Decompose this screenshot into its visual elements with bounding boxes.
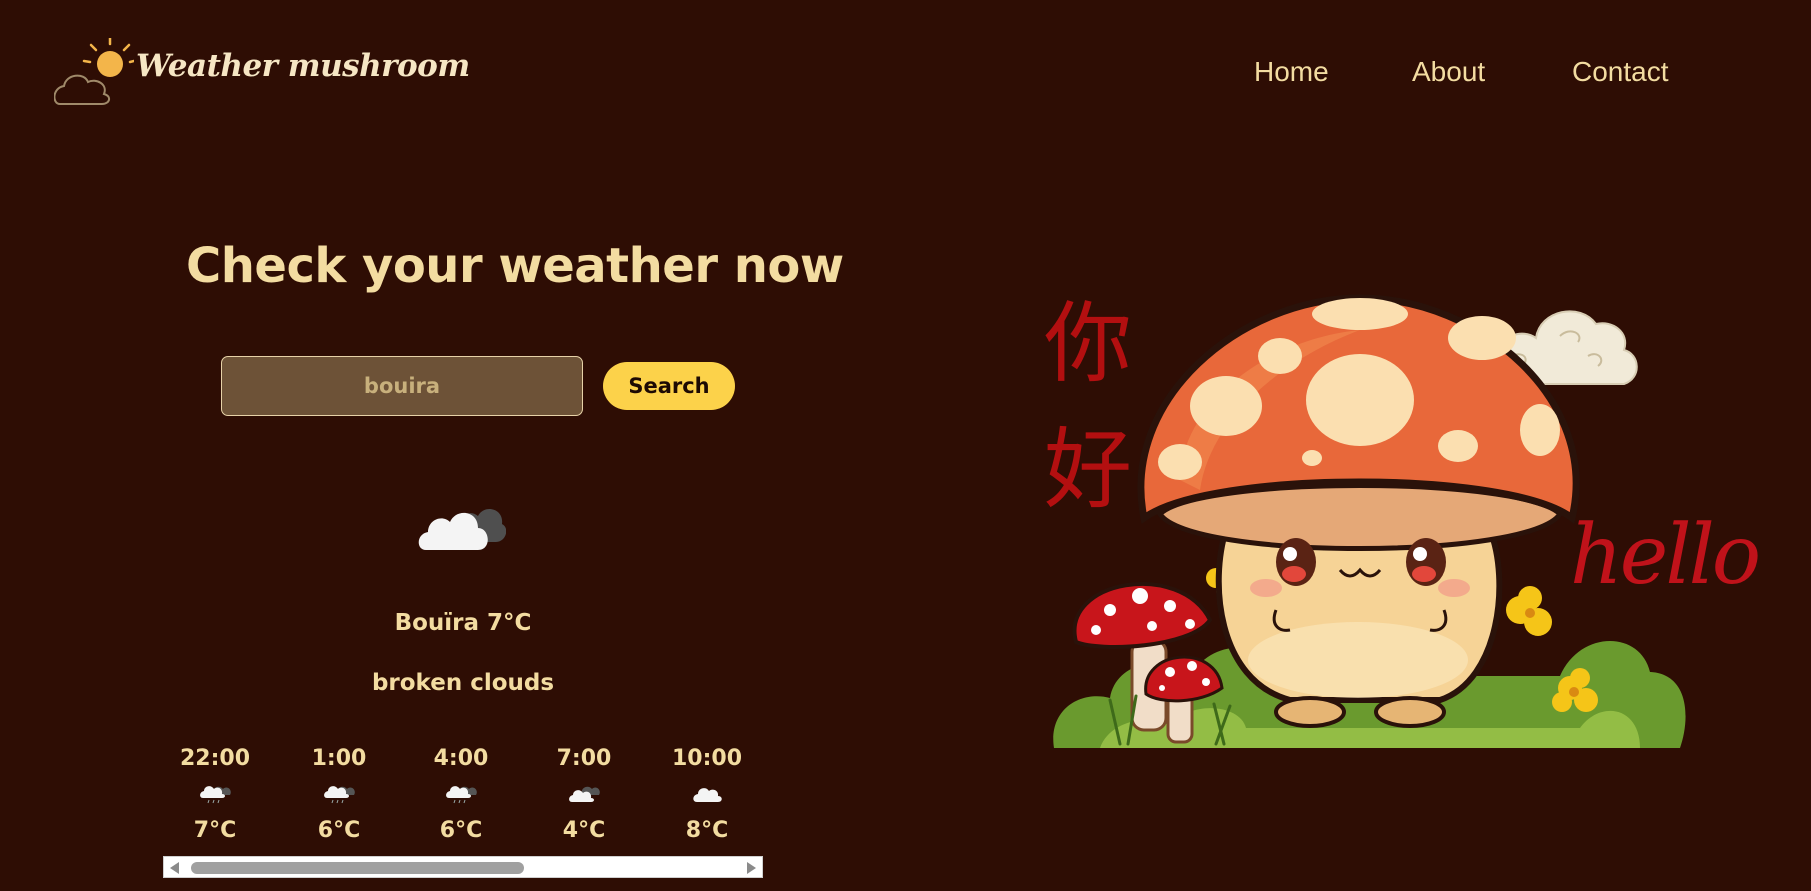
forecast-item: 4:00 6°C [411,746,511,843]
scrollbar-thumb[interactable] [191,862,524,874]
scroll-left-arrow-icon[interactable] [170,862,179,874]
brand-logo[interactable]: Weather mushroom [54,38,470,108]
forecast-temp: 6°C [439,818,483,843]
nav-about[interactable]: About [1412,56,1485,88]
forecast-time: 10:00 [671,746,743,771]
forecast-item: 1:00 6°C [289,746,389,843]
nav-home[interactable]: Home [1254,56,1329,88]
broken-clouds-icon [418,509,506,550]
forecast-temp: 7°C [193,818,237,843]
search-button[interactable]: Search [603,362,735,410]
forecast-time: 4:00 [433,746,489,771]
forecast-item: 7:00 4°C [534,746,634,843]
forecast-time: 22:00 [179,746,251,771]
forecast-temp: 4°C [562,818,606,843]
city-search-input[interactable] [221,356,583,416]
forecast-temp: 8°C [685,818,729,843]
forecast-scrollbar[interactable] [163,856,763,878]
forecast-temp: 6°C [317,818,361,843]
hourly-forecast[interactable]: 22:00 7°C 1:00 6°C 4:00 6°C 7:00 4°C 10:… [163,746,763,856]
rain-cloud-icon [446,786,477,804]
brand-name: Weather mushroom [136,48,470,84]
rain-cloud-icon [324,786,355,804]
page-title: Check your weather now [186,238,844,294]
mushroom-illustration [1053,294,1686,748]
sun-cloud-icon [54,38,134,105]
forecast-item: 10:00 8°C [657,746,757,843]
scroll-right-arrow-icon[interactable] [747,862,756,874]
forecast-item: 22:00 7°C [165,746,265,843]
rain-cloud-icon [200,786,231,804]
forecast-time: 7:00 [556,746,612,771]
city-temperature: Bouïra 7°C [394,610,532,636]
cloud-icon [693,788,722,802]
weather-description: broken clouds [371,670,555,696]
nav-contact[interactable]: Contact [1572,56,1669,88]
forecast-time: 1:00 [311,746,367,771]
broken-clouds-icon [569,786,600,802]
